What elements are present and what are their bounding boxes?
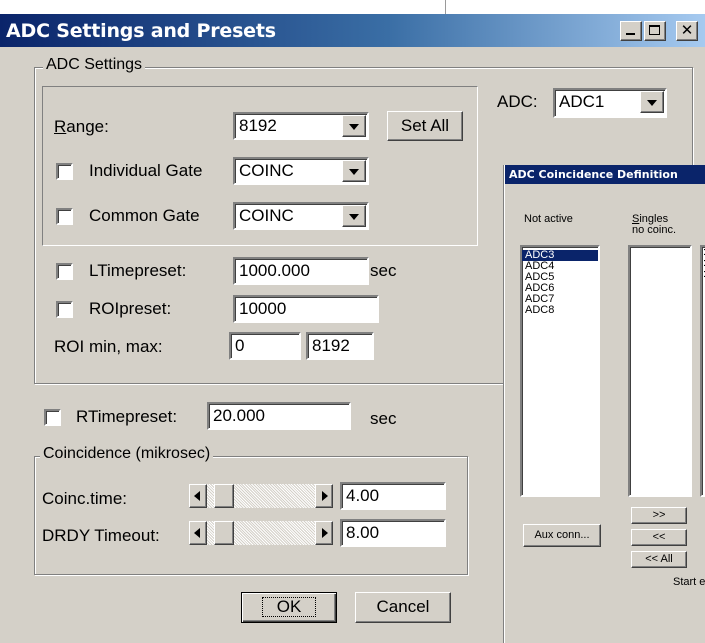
coincidence-listbox[interactable]: : : : bbox=[700, 245, 705, 497]
rtimepreset-unit: sec bbox=[370, 409, 397, 428]
ltimepreset-checkbox[interactable] bbox=[56, 263, 73, 280]
individual-gate-combo[interactable]: COINC bbox=[233, 157, 369, 185]
desktop-divider bbox=[445, 0, 446, 14]
ok-button[interactable]: OK bbox=[241, 592, 337, 623]
range-combo[interactable]: 8192 bbox=[233, 112, 369, 140]
roi-min-value: 0 bbox=[235, 336, 245, 355]
window-title: ADC Settings and Presets bbox=[6, 20, 276, 42]
no-coinc-label: no coinc. bbox=[632, 224, 677, 236]
move-all-left-button[interactable]: << All bbox=[631, 551, 687, 568]
not-active-label: Not active bbox=[524, 213, 573, 225]
range-value: 8192 bbox=[239, 116, 277, 135]
aux-conn-label: Aux conn... bbox=[534, 529, 590, 541]
scroll-right-icon[interactable] bbox=[315, 521, 333, 545]
rtimepreset-label: RTimepreset: bbox=[76, 407, 178, 426]
not-active-items: ADC3 ADC4 ADC5 ADC6 ADC7 ADC8 bbox=[522, 247, 598, 316]
cancel-label: Cancel bbox=[376, 597, 430, 616]
roi-minmax-label: ROI min, max: bbox=[54, 337, 163, 356]
roi-max-input[interactable]: 8192 bbox=[306, 332, 374, 360]
singles-listbox[interactable] bbox=[628, 245, 692, 497]
common-gate-checkbox[interactable] bbox=[56, 208, 73, 225]
coinc-time-input[interactable]: 4.00 bbox=[340, 482, 446, 510]
ok-label: OK bbox=[261, 597, 317, 617]
drdy-timeout-value: 8.00 bbox=[346, 523, 380, 542]
ltimepreset-unit: sec bbox=[370, 261, 397, 280]
rtimepreset-value: 20.000 bbox=[213, 406, 265, 425]
roipreset-input[interactable]: 10000 bbox=[233, 295, 379, 323]
roi-min-input[interactable]: 0 bbox=[229, 332, 301, 360]
close-icon[interactable]: ✕ bbox=[676, 21, 698, 41]
chevron-down-icon[interactable] bbox=[342, 160, 366, 182]
roipreset-value: 10000 bbox=[239, 299, 287, 318]
move-right-button[interactable]: >> bbox=[631, 507, 687, 524]
ltimepreset-input[interactable]: 1000.000 bbox=[233, 257, 369, 285]
desktop-strip bbox=[0, 0, 705, 14]
adc-label: ADC: bbox=[497, 92, 538, 111]
range-label-text: ange: bbox=[66, 117, 109, 136]
title-bar: ADC Settings and Presets ✕ bbox=[0, 14, 705, 47]
move-left-button[interactable]: << bbox=[631, 529, 687, 546]
coincidence-definition-window: ADC Coincidence Definition Not active Si… bbox=[504, 165, 705, 643]
aux-conn-button[interactable]: Aux conn... bbox=[523, 524, 601, 547]
coinc-time-label: Coinc.time: bbox=[42, 489, 128, 508]
common-gate-label: Common Gate bbox=[89, 206, 200, 225]
scroll-right-icon[interactable] bbox=[315, 484, 333, 508]
minimize-icon[interactable] bbox=[620, 21, 642, 41]
individual-gate-value: COINC bbox=[239, 161, 294, 180]
move-right-label: >> bbox=[652, 509, 666, 521]
coincidence-group bbox=[34, 456, 468, 575]
rtimepreset-checkbox[interactable] bbox=[44, 409, 61, 426]
common-gate-combo[interactable]: COINC bbox=[233, 202, 369, 230]
set-all-label: Set All bbox=[400, 116, 450, 135]
ltimepreset-label: LTimepreset: bbox=[89, 261, 187, 280]
coincidence-dialog-title: ADC Coincidence Definition bbox=[505, 165, 705, 184]
list-item[interactable]: ADC8 bbox=[522, 305, 598, 316]
cancel-button[interactable]: Cancel bbox=[355, 592, 451, 623]
coinc-time-value: 4.00 bbox=[346, 486, 380, 505]
not-active-listbox[interactable]: ADC3 ADC4 ADC5 ADC6 ADC7 ADC8 bbox=[520, 245, 600, 497]
chevron-down-icon[interactable] bbox=[640, 91, 664, 113]
individual-gate-checkbox[interactable] bbox=[56, 163, 73, 180]
coinc-time-scrollbar[interactable] bbox=[189, 484, 333, 508]
scroll-left-icon[interactable] bbox=[189, 484, 207, 508]
individual-gate-label: Individual Gate bbox=[89, 161, 203, 180]
ltimepreset-value: 1000.000 bbox=[239, 261, 310, 280]
common-gate-value: COINC bbox=[239, 206, 294, 225]
move-all-left-label: << All bbox=[645, 553, 673, 565]
chevron-down-icon[interactable] bbox=[342, 115, 366, 137]
coincidence-group-label: Coincidence (mikrosec) bbox=[40, 445, 214, 463]
rtimepreset-input[interactable]: 20.000 bbox=[207, 402, 351, 430]
roi-max-value: 8192 bbox=[312, 336, 350, 355]
drdy-timeout-input[interactable]: 8.00 bbox=[340, 519, 446, 547]
roipreset-label: ROIpreset: bbox=[89, 299, 172, 318]
adc-combo[interactable]: ADC1 bbox=[553, 88, 667, 118]
roipreset-checkbox[interactable] bbox=[56, 301, 73, 318]
adc-settings-group-label: ADC Settings bbox=[43, 56, 146, 74]
move-left-label: << bbox=[652, 531, 666, 543]
adc-value: ADC1 bbox=[559, 92, 605, 111]
scroll-left-icon[interactable] bbox=[189, 521, 207, 545]
drdy-timeout-scrollbar[interactable] bbox=[189, 521, 333, 545]
set-all-button[interactable]: Set All bbox=[387, 111, 463, 141]
drdy-timeout-label: DRDY Timeout: bbox=[42, 526, 160, 545]
range-label: Range: bbox=[54, 117, 109, 136]
scroll-thumb[interactable] bbox=[214, 484, 235, 508]
scroll-thumb[interactable] bbox=[214, 521, 235, 545]
maximize-icon[interactable] bbox=[644, 21, 666, 41]
chevron-down-icon[interactable] bbox=[342, 205, 366, 227]
start-label: Start e bbox=[673, 576, 705, 588]
